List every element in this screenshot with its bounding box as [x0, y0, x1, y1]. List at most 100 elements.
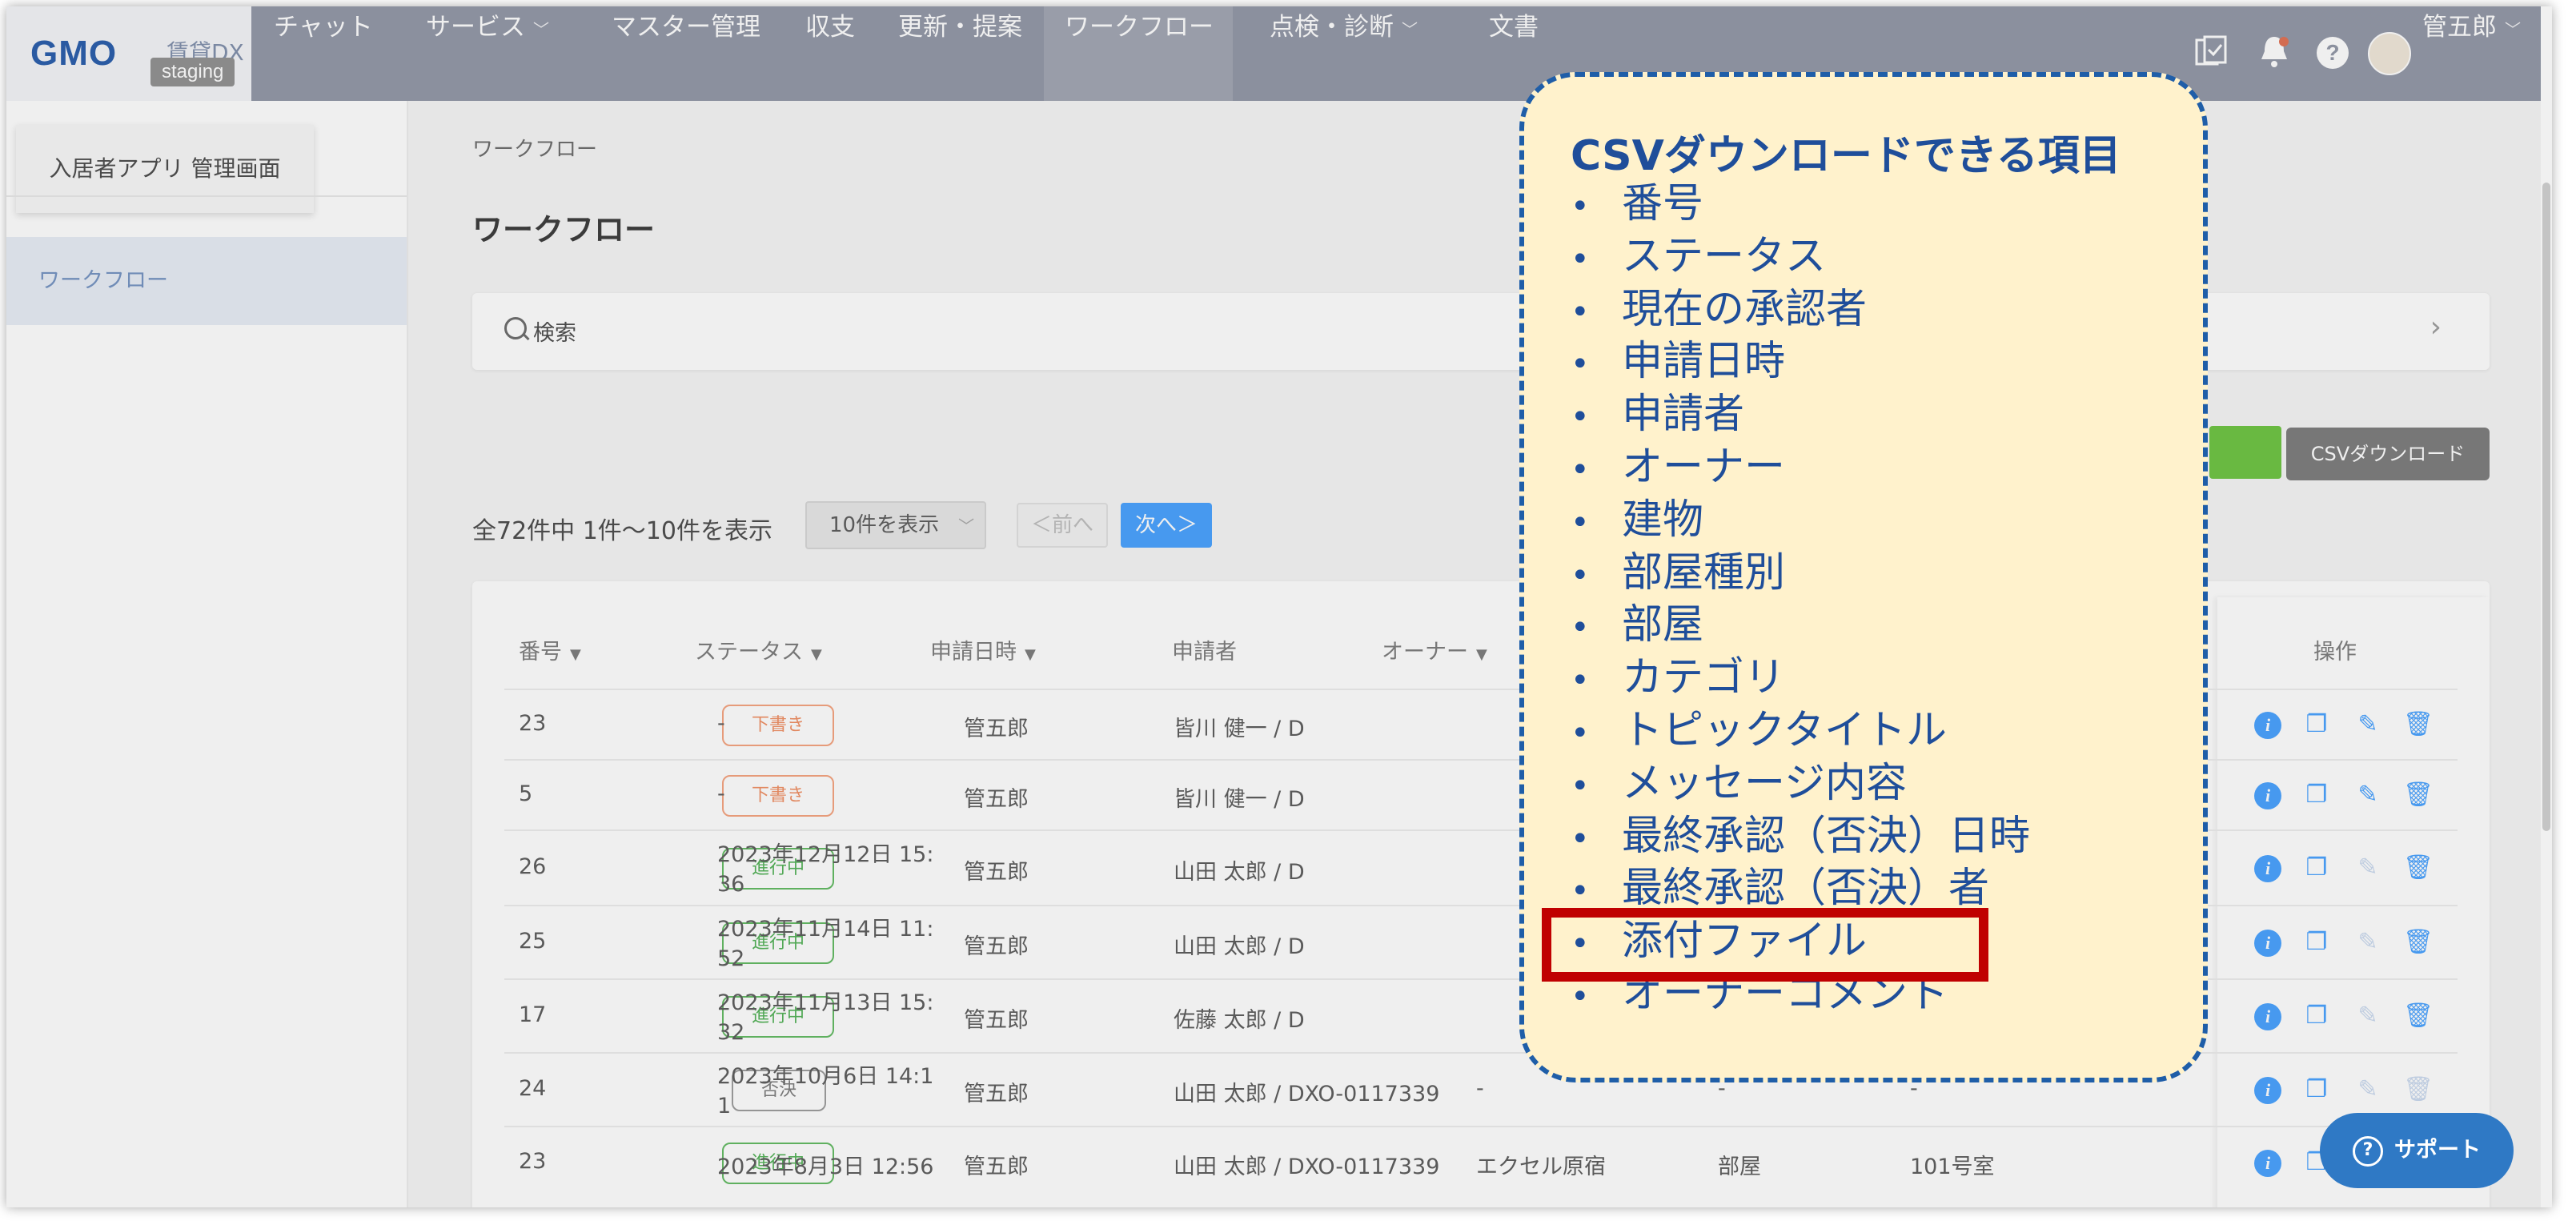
edit-icon[interactable]: ✎ — [2353, 779, 2382, 811]
row-date: - — [717, 781, 725, 806]
nav-item-master[interactable]: マスター管理 — [612, 6, 760, 101]
callout-item-label: ステータス — [1622, 232, 1827, 280]
nav-item-finance[interactable]: 収支 — [805, 6, 855, 101]
tenant-app-admin-tab[interactable]: 入居者アプリ 管理画面 — [16, 125, 314, 213]
nav-item-label: マスター管理 — [612, 13, 760, 42]
column-header-owner[interactable]: オーナー ▼ — [1382, 634, 1487, 665]
callout-item-label: 番号 — [1622, 180, 1704, 227]
row-owner: 山田 太郎 / D — [1174, 860, 1305, 885]
trash-icon[interactable]: 🗑 — [2403, 852, 2434, 884]
trash-icon[interactable]: 🗑 — [2403, 779, 2434, 811]
search-icon — [504, 317, 527, 339]
trash-icon[interactable]: 🗑 — [2403, 1000, 2434, 1032]
search-label: 検索 — [533, 321, 576, 346]
sidebar-item-workflow[interactable]: ワークフロー — [6, 237, 407, 325]
row-date-cont: 52 — [717, 946, 745, 971]
breadcrumb[interactable]: ワークフロー — [472, 133, 597, 163]
next-page-button[interactable]: 次へ＞ — [1121, 503, 1212, 548]
user-menu[interactable]: 管五郎 ﹀ — [2422, 6, 2521, 101]
callout-item: • オーナー — [1571, 441, 2030, 494]
callout-item: • メッセージ内容 — [1571, 757, 2030, 810]
info-icon[interactable]: i — [2254, 1077, 2281, 1104]
scroll-thumb[interactable] — [2542, 183, 2550, 831]
info-icon[interactable]: i — [2254, 782, 2281, 809]
support-button[interactable]: ? サポート — [2320, 1113, 2514, 1188]
chevron-right-icon: › — [2430, 311, 2442, 343]
row-building: - — [1476, 1076, 1484, 1101]
trash-icon[interactable]: 🗑 — [2403, 926, 2434, 958]
trash-icon[interactable]: 🗑 — [2403, 709, 2434, 741]
row-applicant: 管五郎 — [964, 717, 1029, 741]
callout-item: • 現在の承認者 — [1571, 283, 2030, 336]
staging-badge: staging — [150, 58, 235, 86]
bullet-icon: • — [1571, 346, 1590, 384]
copy-icon[interactable]: ❐ — [2302, 1000, 2331, 1032]
callout-item: • カテゴリ — [1571, 652, 2030, 705]
column-header-id[interactable]: 番号 ▼ — [519, 634, 581, 665]
table-row[interactable]: 23 進行中 2023年8月3日 12:56 管五郎 山田 太郎 / DXO-01173… — [504, 1126, 2458, 1199]
edit-icon[interactable]: ✎ — [2353, 709, 2382, 741]
bullet-icon: • — [1571, 556, 1590, 594]
task-check-icon[interactable] — [2193, 34, 2230, 70]
avatar[interactable] — [2368, 32, 2411, 75]
logo-area[interactable]: GMO 賃貸DX staging — [6, 6, 251, 101]
nav-item-workflow[interactable]: ワークフロー — [1044, 6, 1233, 101]
nav-item-services[interactable]: サービス ﹀ — [426, 6, 549, 101]
info-icon[interactable]: i — [2254, 1003, 2281, 1030]
chevron-down-icon: ﹀ — [533, 20, 549, 39]
sidebar: 入居者アプリ 管理画面 ワークフロー — [6, 101, 408, 1207]
row-applicant: 管五郎 — [964, 1008, 1029, 1033]
row-owner: 山田 太郎 / DXO-0117339 — [1174, 1082, 1440, 1107]
callout-item: • 部屋 — [1571, 599, 2030, 652]
sort-icon: ▼ — [811, 646, 822, 663]
nav-item-label: チャット — [274, 13, 373, 42]
row-id: 5 — [519, 781, 533, 806]
status-badge: 下書き — [722, 775, 834, 817]
column-label: ステータス — [695, 640, 803, 665]
nav-item-chat[interactable]: チャット — [274, 6, 373, 101]
bullet-icon: • — [1571, 820, 1590, 857]
row-actions: i ❐ ✎ 🗑 — [2254, 849, 2462, 889]
copy-icon[interactable]: ❐ — [2302, 1074, 2331, 1106]
row-applicant: 管五郎 — [964, 787, 1029, 812]
bullet-icon: • — [1571, 451, 1590, 488]
nav-item-documents[interactable]: 文書 — [1489, 6, 1539, 101]
row-owner: 山田 太郎 / DXO-0117339 — [1174, 1155, 1440, 1179]
callout-item: • ステータス — [1571, 231, 2030, 283]
prev-page-button[interactable]: ＜前へ — [1017, 503, 1108, 548]
row-actions: i ❐ ✎ 🗑 — [2254, 1070, 2462, 1111]
nav-item-inspection[interactable]: 点検・診断 ﹀ — [1270, 6, 1418, 101]
callout-title: CSVダウンロードできる項目 — [1571, 132, 2121, 180]
callout-item-label: 部屋種別 — [1622, 548, 1786, 596]
info-icon[interactable]: i — [2254, 712, 2281, 739]
help-icon[interactable]: ? — [2317, 37, 2349, 69]
row-actions: i ❐ ✎ 🗑 — [2254, 776, 2462, 816]
info-icon[interactable]: i — [2254, 930, 2281, 957]
bullet-icon: • — [1571, 714, 1590, 752]
nav-item-renewal[interactable]: 更新・提案 — [898, 6, 1022, 101]
nav-item-label: 点検・診断 — [1270, 13, 1394, 42]
copy-icon[interactable]: ❐ — [2302, 926, 2331, 958]
per-page-select[interactable]: 10件を表示 ﹀ — [805, 501, 986, 549]
nav-item-label: ワークフロー — [1065, 13, 1214, 42]
bullet-icon: • — [1571, 662, 1590, 700]
column-label: 申請日時 — [930, 640, 1017, 665]
copy-icon[interactable]: ❐ — [2302, 852, 2331, 884]
row-building: エクセル原宿 — [1476, 1155, 1606, 1179]
bell-icon[interactable] — [2256, 34, 2293, 70]
info-icon[interactable]: i — [2254, 1150, 2281, 1177]
column-header-date[interactable]: 申請日時 ▼ — [930, 634, 1036, 665]
scrollbar[interactable] — [2541, 6, 2552, 1207]
column-header-status[interactable]: ステータス ▼ — [695, 634, 822, 665]
row-id: 17 — [519, 1002, 547, 1027]
row-owner: 皆川 健一 / D — [1174, 717, 1305, 741]
copy-icon[interactable]: ❐ — [2302, 779, 2331, 811]
copy-icon[interactable]: ❐ — [2302, 709, 2331, 741]
csv-download-button[interactable]: CSVダウンロード — [2286, 428, 2490, 480]
column-label: オーナー — [1382, 640, 1468, 665]
callout-item-label: 現在の承認者 — [1622, 285, 1868, 333]
row-owner: 皆川 健一 / D — [1174, 787, 1305, 812]
create-button[interactable] — [2209, 426, 2281, 479]
info-icon[interactable]: i — [2254, 855, 2281, 882]
row-actions: i ❐ ✎ 🗑 — [2254, 705, 2462, 745]
